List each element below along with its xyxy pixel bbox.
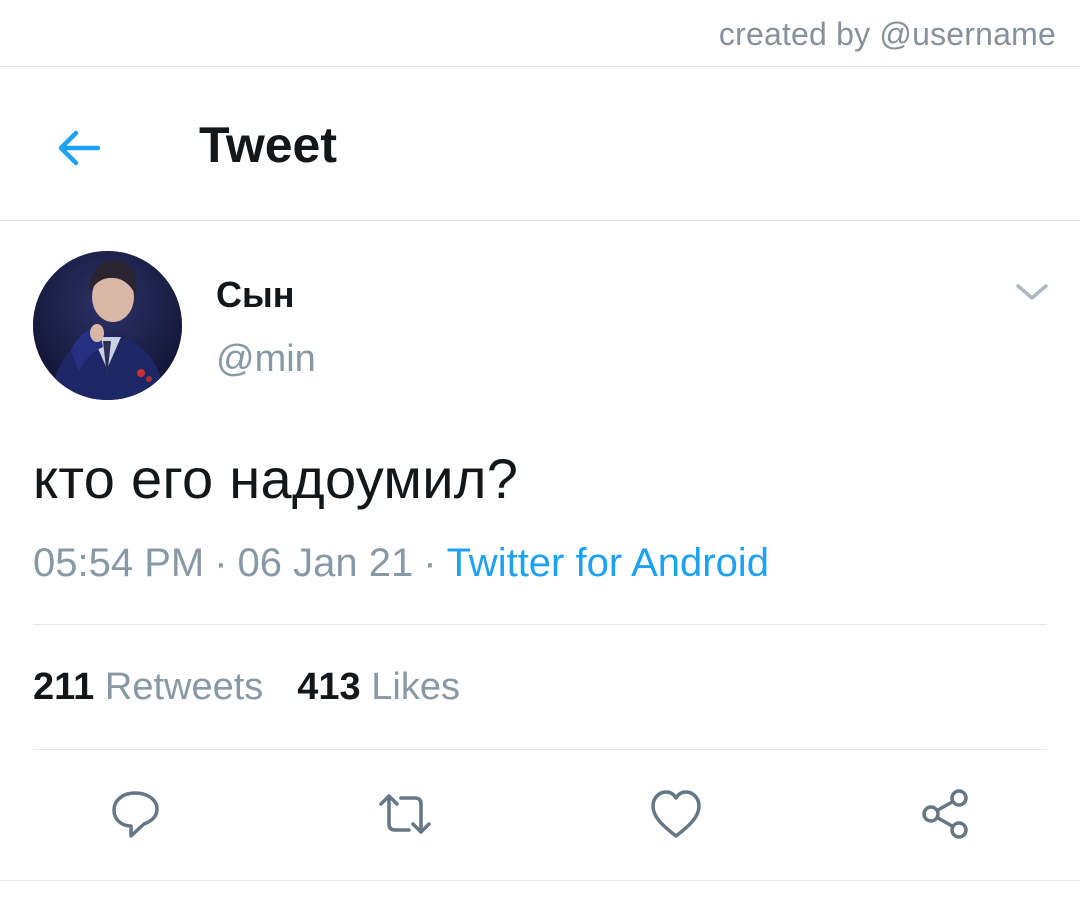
watermark-text: created by @username [718, 16, 1056, 52]
likes-count: 413 [297, 666, 361, 708]
like-button[interactable] [644, 782, 708, 846]
share-icon [922, 789, 968, 839]
avatar[interactable] [33, 251, 182, 400]
page-title: Tweet [199, 117, 337, 173]
like-icon [651, 790, 701, 838]
retweet-button[interactable] [373, 782, 437, 846]
tweet-date: 06 Jan 21 [237, 541, 414, 585]
author-name[interactable]: Сын [216, 274, 295, 316]
tweet-text: кто его надоумил? [33, 447, 519, 510]
chevron-down-icon [1016, 284, 1048, 300]
more-options-button[interactable] [1012, 276, 1052, 308]
tweet-stats: 211 Retweets 413 Likes [33, 666, 460, 709]
author-handle[interactable]: @min [216, 338, 316, 381]
reply-icon [112, 791, 159, 838]
retweets-stat[interactable]: 211 Retweets [33, 666, 263, 708]
share-button[interactable] [914, 782, 978, 846]
retweets-count: 211 [33, 666, 95, 708]
tweet-source-link[interactable]: Twitter for Android [447, 541, 769, 585]
tweet-time: 05:54 PM [33, 541, 205, 585]
arrow-left-icon [58, 130, 101, 166]
retweet-icon [379, 794, 431, 834]
retweets-label: Retweets [104, 666, 264, 708]
likes-stat[interactable]: 413 Likes [297, 666, 460, 708]
avatar-image [33, 251, 182, 400]
stats-divider [33, 749, 1047, 750]
bottom-divider [0, 880, 1080, 881]
header-divider [0, 220, 1080, 221]
meta-separator: · [214, 541, 228, 585]
meta-separator: · [423, 541, 437, 585]
likes-label: Likes [371, 666, 460, 708]
meta-divider [33, 624, 1047, 625]
reply-button[interactable] [103, 782, 167, 846]
tweet-meta: 05:54 PM · 06 Jan 21 · Twitter for Android [33, 541, 769, 586]
top-divider [0, 66, 1080, 67]
back-button[interactable] [50, 120, 106, 176]
